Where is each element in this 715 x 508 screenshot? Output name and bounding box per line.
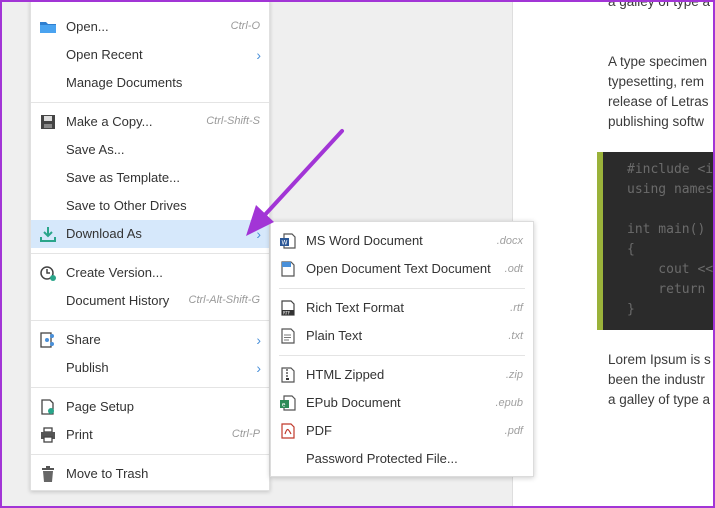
annotation-arrow-icon — [246, 129, 344, 236]
